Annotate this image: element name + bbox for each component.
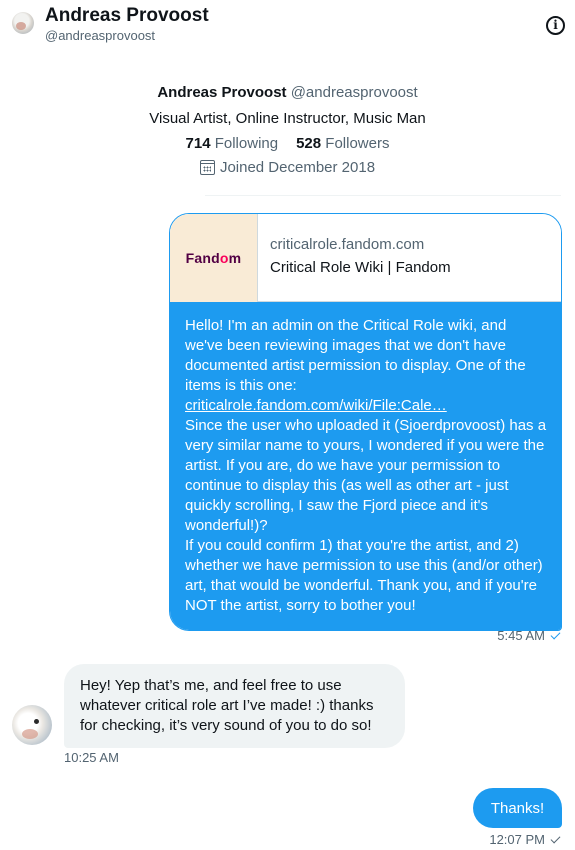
seen-check-icon xyxy=(550,833,561,844)
followers-count: 528 xyxy=(296,135,322,152)
profile-name-line[interactable]: Andreas Provoost @andreasprovoost xyxy=(0,84,575,101)
sent-check-icon xyxy=(550,629,561,640)
profile-handle: @andreasprovoost xyxy=(290,84,418,101)
following-label: Following xyxy=(214,135,279,152)
conversation-header: Andreas Provoost @andreasprovoost i xyxy=(0,0,575,50)
message-end: If you could confirm 1) that you're the … xyxy=(185,537,543,614)
header-handle: @andreasprovoost xyxy=(45,28,156,43)
followers-label: Followers xyxy=(325,135,390,152)
sender-avatar[interactable] xyxy=(12,705,52,745)
thanks-text: Thanks! xyxy=(490,799,545,817)
card-thumbnail: Fandom xyxy=(170,214,258,302)
profile-summary: Andreas Provoost @andreasprovoost Visual… xyxy=(0,80,575,176)
following-count: 714 xyxy=(185,135,211,152)
profile-name: Andreas Provoost xyxy=(157,84,287,101)
message-body: Since the user who uploaded it (Sjoerdpr… xyxy=(185,417,547,534)
card-title: Critical Role Wiki | Fandom xyxy=(270,259,451,276)
card-domain: criticalrole.fandom.com xyxy=(270,236,425,253)
message-intro: Hello! I'm an admin on the Critical Role… xyxy=(185,317,526,394)
profile-bio: Visual Artist, Online Instructor, Music … xyxy=(149,110,426,127)
header-avatar[interactable] xyxy=(12,12,34,34)
incoming-bubble: Hey! Yep that’s me, and feel free to use… xyxy=(64,664,405,748)
message-link[interactable]: criticalrole.fandom.com/wiki/File:Cale… xyxy=(185,397,447,414)
outgoing-message: Fandom criticalrole.fandom.com Critical … xyxy=(169,213,562,631)
outgoing-time: 5:45 AM xyxy=(497,628,545,643)
calendar-icon xyxy=(199,160,215,175)
outgoing-timestamp: 5:45 AM xyxy=(497,628,561,643)
thanks-bubble: Thanks! xyxy=(473,788,562,828)
fandom-logo: Fandom xyxy=(185,250,242,266)
thanks-time: 12:07 PM xyxy=(489,832,545,847)
followers-link[interactable]: 528 Followers xyxy=(296,135,389,152)
outgoing-bubble: Hello! I'm an admin on the Critical Role… xyxy=(170,302,561,630)
thanks-timestamp: 12:07 PM xyxy=(489,832,561,847)
divider xyxy=(205,195,561,196)
profile-joined: Joined December 2018 xyxy=(0,159,575,176)
joined-text: Joined December 2018 xyxy=(219,159,376,176)
link-card[interactable]: Fandom criticalrole.fandom.com Critical … xyxy=(170,214,561,302)
following-link[interactable]: 714 Following xyxy=(186,135,279,152)
incoming-text: Hey! Yep that’s me, and feel free to use… xyxy=(80,677,374,734)
header-name[interactable]: Andreas Provoost xyxy=(45,5,209,27)
incoming-timestamp: 10:25 AM xyxy=(64,750,119,765)
card-text: criticalrole.fandom.com Critical Role Wi… xyxy=(258,214,451,301)
profile-stats: 714 Following 528 Followers xyxy=(0,135,575,152)
info-icon[interactable]: i xyxy=(546,16,565,35)
